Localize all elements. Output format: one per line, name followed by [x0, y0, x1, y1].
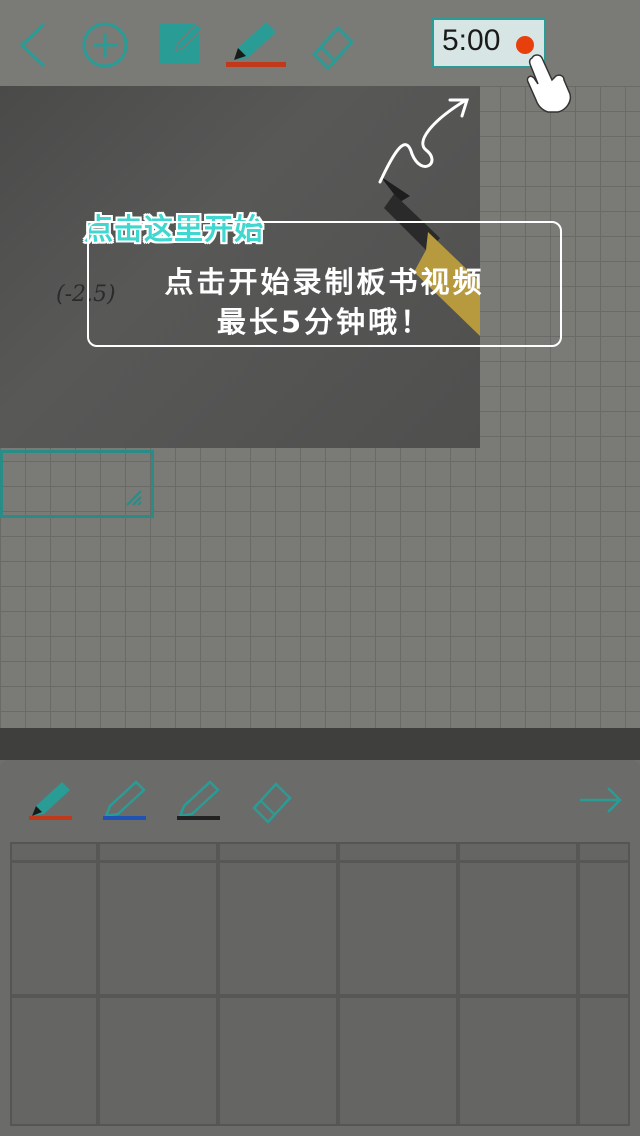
curved-arrow-icon [378, 98, 470, 184]
red-pen-color [29, 816, 72, 820]
resize-handle-icon[interactable] [125, 489, 143, 507]
panel-divider [0, 728, 640, 760]
pen-icon[interactable] [226, 18, 286, 72]
guide-line-1: 点击开始录制板书视频 [164, 265, 485, 299]
timer-text: 5:00 [442, 24, 501, 57]
tap-hand-icon [526, 54, 572, 113]
edit-icon[interactable] [154, 18, 208, 72]
panel-eraser-icon[interactable] [248, 778, 296, 826]
text-box[interactable] [0, 450, 154, 518]
guide-line-2: 最长5分钟哦！ [216, 305, 433, 339]
add-icon[interactable] [78, 18, 132, 72]
eraser-icon[interactable] [304, 18, 358, 72]
black-pen-color [177, 816, 220, 820]
handwriting-pad[interactable] [10, 842, 630, 1126]
guide-message-box: 点击开始录制板书视频 最长5分钟哦！ [87, 221, 562, 347]
bottom-panel [0, 760, 640, 1136]
arrow-right-icon[interactable] [578, 782, 624, 818]
blue-pen-color [103, 816, 146, 820]
back-icon[interactable] [8, 18, 62, 72]
